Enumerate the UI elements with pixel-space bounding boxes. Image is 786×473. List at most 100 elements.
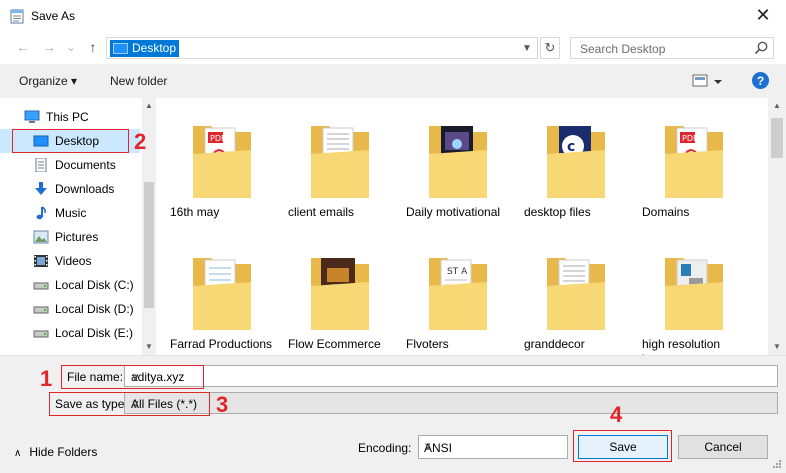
file-item[interactable]: PDF Domains bbox=[632, 100, 750, 230]
sidebar-item-downloads[interactable]: Downloads bbox=[0, 177, 140, 201]
file-item[interactable]: granddecor bbox=[514, 232, 632, 355]
sidebar-item-videos[interactable]: Videos bbox=[0, 249, 140, 273]
up-arrow-icon: ↑ bbox=[89, 39, 97, 55]
folder-icon bbox=[547, 258, 605, 330]
title-bar: Save As ✕ bbox=[0, 0, 786, 32]
chevron-down-icon: ▼ bbox=[522, 42, 532, 54]
svg-text:PDF: PDF bbox=[210, 134, 226, 143]
sidebar-item-disk-e[interactable]: Local Disk (E:) bbox=[0, 321, 140, 345]
notepad-icon bbox=[10, 9, 24, 24]
file-name: Daily motivational bbox=[406, 205, 501, 219]
sidebar-item-label: Videos bbox=[55, 254, 92, 268]
scroll-down-icon[interactable]: ▼ bbox=[773, 342, 781, 351]
sidebar-item-disk-d[interactable]: Local Disk (D:) bbox=[0, 297, 140, 321]
scroll-up-icon[interactable]: ▲ bbox=[773, 101, 781, 110]
folder-icon: c bbox=[547, 126, 605, 198]
encoding-select[interactable]: ANSI ∨ bbox=[418, 435, 568, 459]
annotation-box-desktop bbox=[12, 129, 129, 153]
scrollbar-thumb[interactable] bbox=[771, 118, 783, 158]
sidebar-item-music[interactable]: Music bbox=[0, 201, 140, 225]
view-options-icon[interactable] bbox=[692, 73, 724, 89]
back-button[interactable]: ← bbox=[14, 38, 32, 56]
file-name: Flow Ecommerce bbox=[288, 337, 381, 351]
address-bar[interactable]: Desktop ▼ bbox=[106, 37, 538, 59]
folder-icon bbox=[665, 258, 723, 330]
refresh-icon: ↻ bbox=[544, 40, 556, 55]
pictures-icon bbox=[33, 230, 49, 244]
pc-icon bbox=[24, 110, 40, 123]
file-name: desktop files bbox=[524, 205, 591, 219]
hide-folders-button[interactable]: ∧ Hide Folders bbox=[14, 445, 97, 459]
window-title: Save As bbox=[31, 9, 76, 23]
close-button[interactable]: ✕ bbox=[740, 0, 786, 30]
organize-button[interactable]: Organize ▾ bbox=[19, 74, 77, 88]
chevron-up-icon: ∧ bbox=[14, 448, 22, 459]
forward-button[interactable]: → bbox=[40, 38, 58, 56]
annotation-box-filetype bbox=[49, 392, 210, 416]
sidebar-item-pictures[interactable]: Pictures bbox=[0, 225, 140, 249]
file-item[interactable]: client emails bbox=[278, 100, 396, 230]
chevron-down-icon: ∨ bbox=[424, 441, 432, 452]
desktop-icon bbox=[113, 43, 128, 54]
close-icon: ✕ bbox=[755, 4, 771, 25]
search-box[interactable]: Search Desktop bbox=[570, 37, 774, 59]
file-item[interactable]: Daily motivational bbox=[396, 100, 514, 230]
file-item[interactable]: PDF 16th may bbox=[160, 100, 278, 230]
forward-arrow-icon: → bbox=[42, 39, 56, 55]
svg-text:ST A: ST A bbox=[447, 267, 468, 277]
recent-locations-button[interactable]: ⌄ bbox=[62, 38, 80, 56]
sidebar-item-documents[interactable]: Documents bbox=[0, 153, 140, 177]
file-item[interactable]: high resolution image bbox=[632, 232, 750, 355]
cancel-button[interactable]: Cancel bbox=[678, 435, 768, 459]
encoding-label: Encoding: bbox=[358, 441, 412, 455]
file-name: 16th may bbox=[170, 205, 220, 219]
file-item[interactable]: ST A Flvoters bbox=[396, 232, 514, 355]
address-selection: Desktop bbox=[110, 40, 180, 57]
navigation-bar: ← → ⌄ ↑ Desktop ▼ ↻ Search Desktop bbox=[0, 32, 786, 64]
file-item[interactable]: Farrad Productions bbox=[160, 232, 278, 355]
sidebar-item-label: Local Disk (E:) bbox=[55, 326, 134, 340]
file-item[interactable]: Flow Ecommerce bbox=[278, 232, 396, 355]
scroll-down-icon[interactable]: ▼ bbox=[145, 342, 153, 351]
sidebar-item-disk-c[interactable]: Local Disk (C:) bbox=[0, 273, 140, 297]
search-placeholder: Search Desktop bbox=[580, 42, 666, 56]
help-icon[interactable]: ? bbox=[752, 72, 769, 89]
file-item[interactable]: c desktop files bbox=[514, 100, 632, 230]
sidebar-item-label: This PC bbox=[46, 110, 89, 124]
address-dropdown-button[interactable]: ▼ bbox=[519, 38, 535, 58]
annotation-box-save bbox=[573, 430, 672, 462]
file-name: Flvoters bbox=[406, 337, 449, 351]
scroll-up-icon[interactable]: ▲ bbox=[145, 101, 153, 110]
resize-grip-icon[interactable] bbox=[772, 459, 782, 469]
file-list-scrollbar[interactable]: ▲ ▼ bbox=[768, 98, 786, 355]
folder-icon bbox=[193, 258, 251, 330]
folder-icon bbox=[311, 258, 369, 330]
back-arrow-icon: ← bbox=[16, 39, 30, 55]
sidebar-item-label: Local Disk (D:) bbox=[55, 302, 134, 316]
videos-icon bbox=[34, 255, 48, 267]
chevron-down-icon: ⌄ bbox=[66, 41, 76, 54]
sidebar-item-label: Pictures bbox=[55, 230, 99, 244]
up-button[interactable]: ↑ bbox=[84, 38, 102, 56]
chevron-down-icon[interactable]: ∨ bbox=[131, 370, 773, 384]
file-name: granddecor bbox=[524, 337, 585, 351]
sidebar-item-label: Local Disk (C:) bbox=[55, 278, 134, 292]
scrollbar-thumb[interactable] bbox=[144, 182, 154, 308]
annotation-number-2: 2 bbox=[134, 129, 147, 154]
new-folder-button[interactable]: New folder bbox=[110, 74, 167, 88]
sidebar-item-label: Music bbox=[55, 206, 87, 220]
command-bar: Organize ▾ New folder ? bbox=[0, 64, 786, 98]
svg-text:PDF: PDF bbox=[682, 134, 698, 143]
annotation-box-filename bbox=[61, 365, 204, 389]
downloads-icon bbox=[35, 182, 47, 195]
sidebar-item-this-pc[interactable]: This PC bbox=[0, 105, 140, 129]
sidebar-item-label: Downloads bbox=[55, 182, 115, 196]
refresh-button[interactable]: ↻ bbox=[540, 37, 560, 59]
sidebar-item-label: Documents bbox=[55, 158, 116, 172]
search-icon bbox=[754, 41, 768, 55]
file-list: PDF 16th may client emails Daily motivation… bbox=[160, 98, 768, 355]
annotation-number-1: 1 bbox=[40, 366, 53, 391]
file-name: Domains bbox=[642, 205, 690, 219]
folder-icon bbox=[311, 126, 369, 198]
filename-field[interactable]: aditya.xyz ∨ bbox=[124, 365, 778, 387]
